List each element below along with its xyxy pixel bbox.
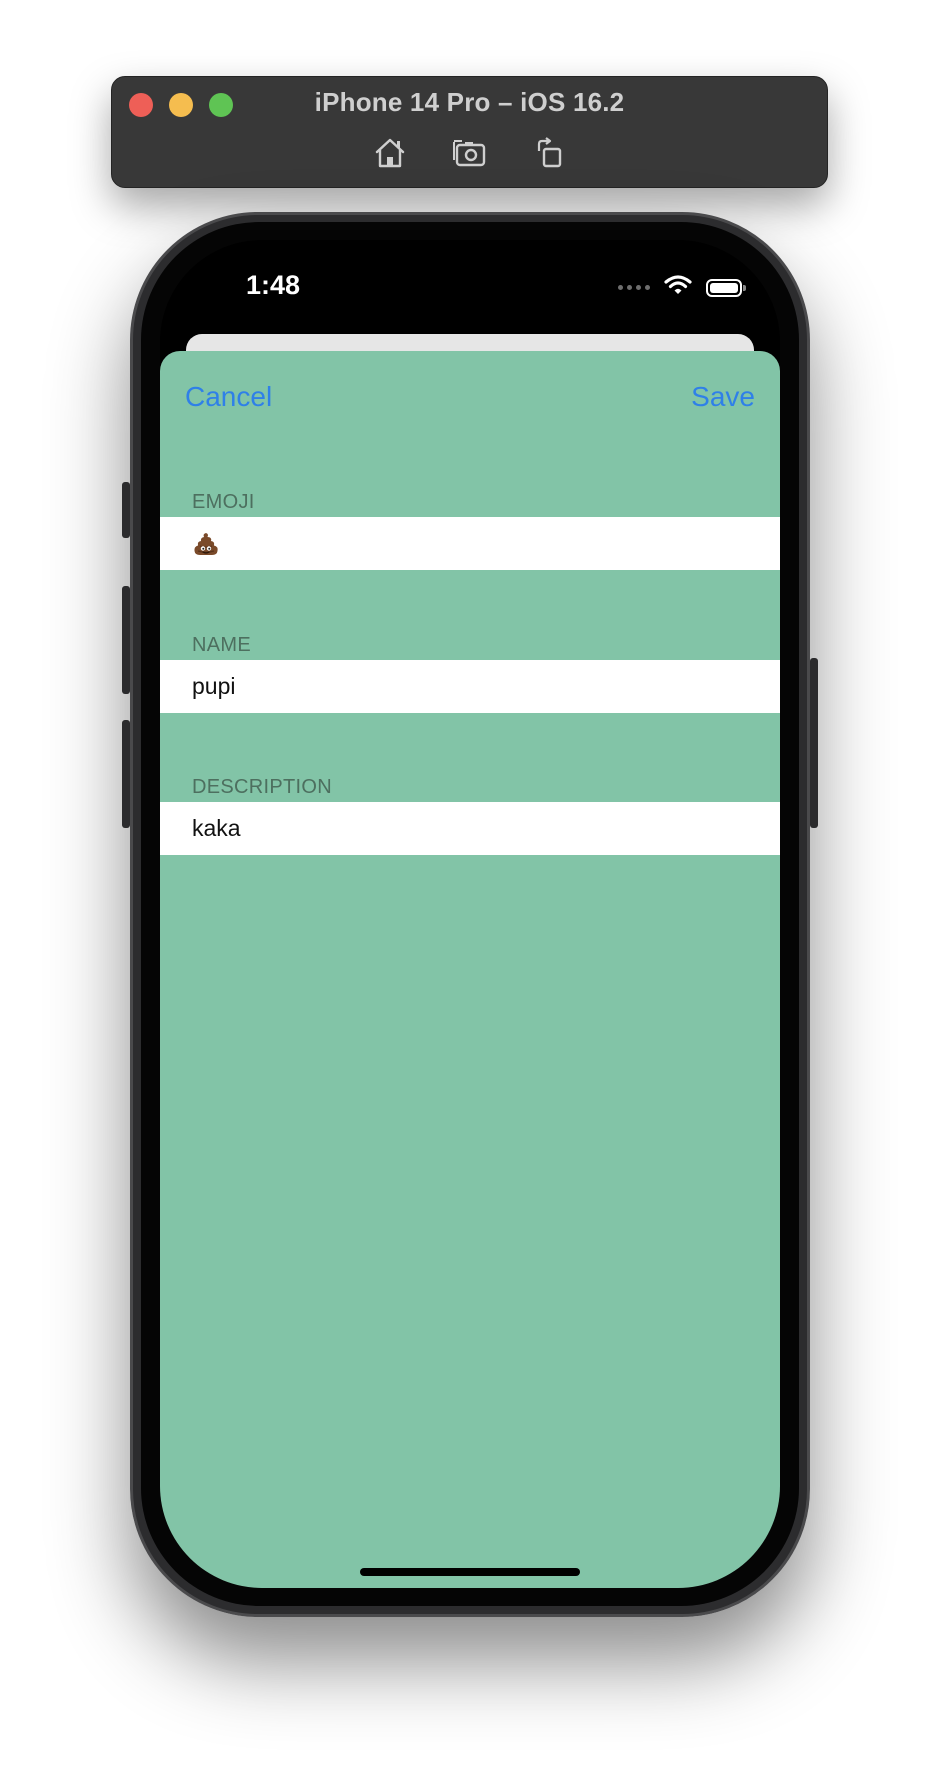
simulator-title: iPhone 14 Pro – iOS 16.2 — [314, 87, 625, 117]
description-field[interactable]: kaka — [160, 802, 780, 855]
name-section-header: NAME — [192, 634, 251, 656]
status-time: 1:48 — [246, 270, 301, 300]
cancel-button[interactable]: Cancel — [185, 381, 272, 413]
description-value: kaka — [192, 815, 241, 841]
emoji-field[interactable]: 💩 — [160, 517, 780, 570]
battery-icon — [706, 278, 746, 297]
home-indicator[interactable] — [360, 1568, 580, 1576]
save-button[interactable]: Save — [691, 381, 755, 413]
simulator-stage: iPhone 14 Pro – iOS 16.2 1:48 Cancel Sav… — [0, 0, 940, 1770]
simulator-tool-icons — [112, 135, 827, 171]
edit-sheet: Cancel Save EMOJI 💩 — [160, 351, 780, 1588]
description-section-header: DESCRIPTION — [192, 776, 332, 798]
status-icons — [618, 274, 746, 301]
wifi-icon — [664, 274, 692, 301]
silent-switch[interactable] — [122, 482, 130, 538]
screenshot-icon[interactable] — [451, 135, 489, 171]
name-field[interactable]: pupi — [160, 660, 780, 713]
power-button[interactable] — [810, 658, 818, 828]
phone-screen: 1:48 Cancel Save EMOJI NAME pupi DESCRIP… — [160, 240, 780, 1588]
pile-of-poo-icon — [192, 530, 220, 558]
volume-up-button[interactable] — [122, 586, 130, 694]
rotate-icon[interactable] — [531, 135, 569, 171]
simulator-toolbar: iPhone 14 Pro – iOS 16.2 — [111, 76, 828, 188]
emoji-section-header: EMOJI — [192, 491, 255, 513]
home-icon[interactable] — [371, 135, 409, 171]
cellular-dots-icon — [618, 285, 650, 290]
volume-down-button[interactable] — [122, 720, 130, 828]
name-value: pupi — [192, 673, 236, 699]
